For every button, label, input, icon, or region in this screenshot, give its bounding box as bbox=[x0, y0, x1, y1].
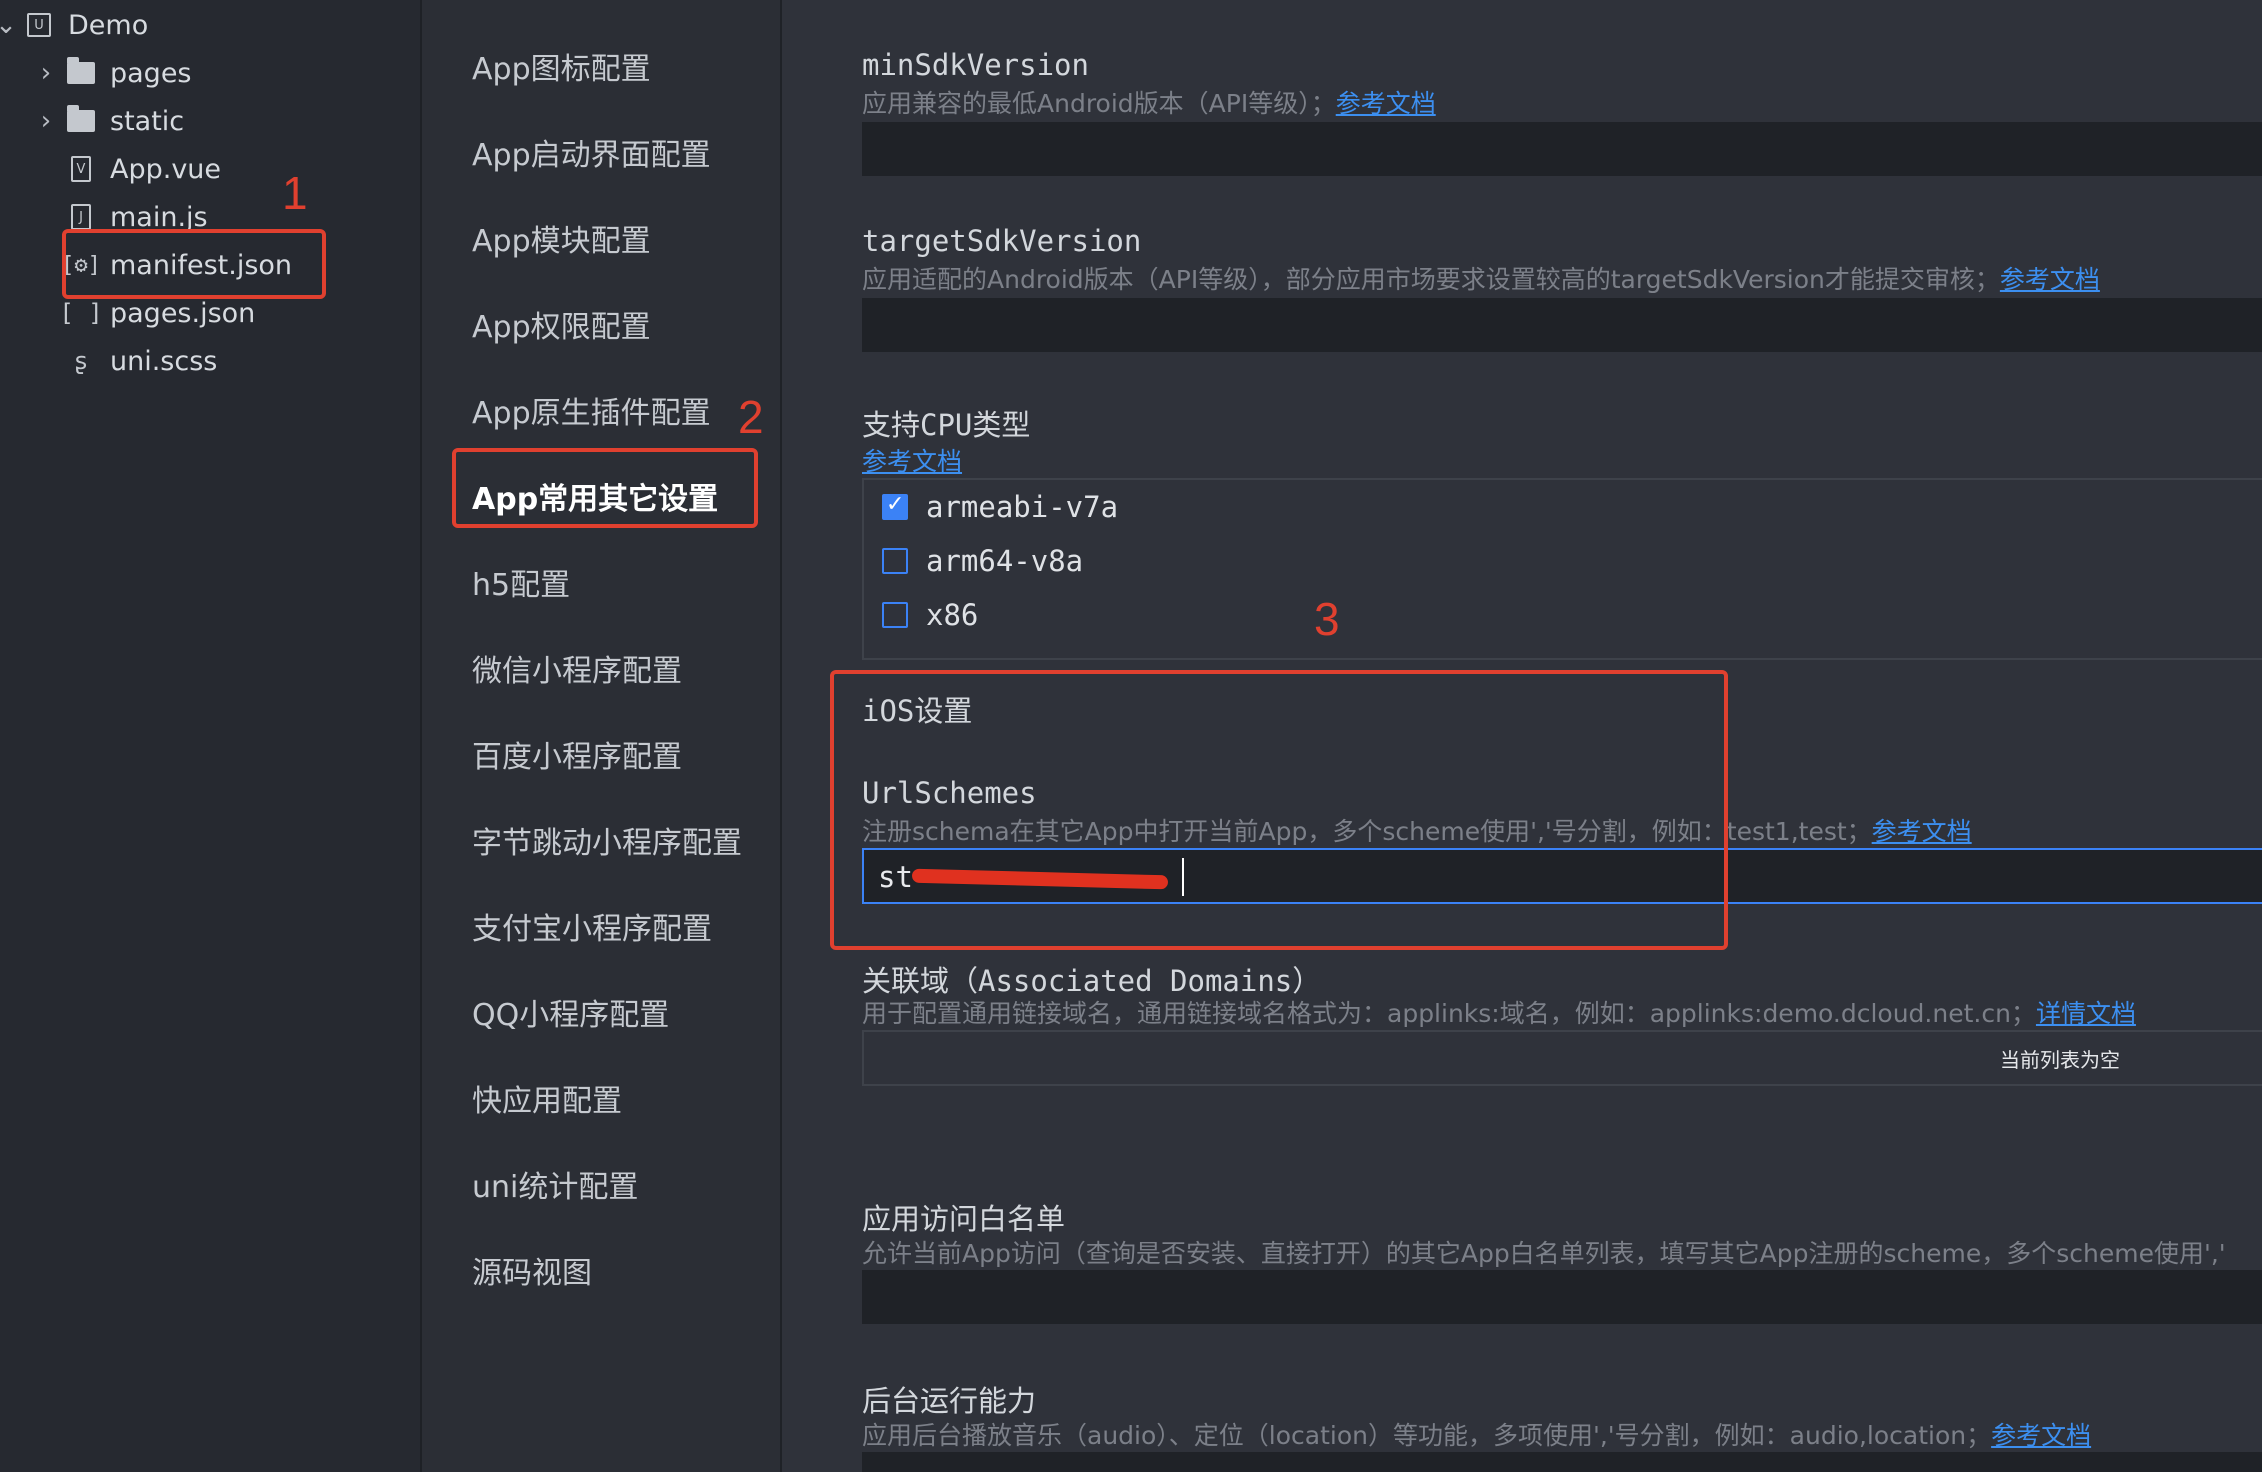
nav-item-app-splash[interactable]: App启动界面配置 bbox=[472, 130, 711, 174]
tree-label: pages.json bbox=[110, 297, 256, 329]
whitelist-input[interactable] bbox=[862, 1270, 2262, 1324]
chevron-down-icon[interactable]: ⌄ bbox=[0, 10, 20, 40]
annotation-1: 1 bbox=[282, 167, 308, 219]
nav-item-qq[interactable]: QQ小程序配置 bbox=[472, 990, 669, 1034]
tree-label: main.js bbox=[110, 201, 208, 233]
folder-icon bbox=[66, 105, 96, 136]
nav-item-baidu[interactable]: 百度小程序配置 bbox=[472, 732, 682, 776]
tree-label: Demo bbox=[68, 9, 149, 41]
whitelist-desc: 允许当前App访问（查询是否安装、直接打开）的其它App白名单列表，填写其它Ap… bbox=[862, 1239, 2226, 1268]
cpu-title: 支持CPU类型 bbox=[862, 408, 1031, 442]
url-schemes-doc-link[interactable]: 参考文档 bbox=[1872, 817, 1972, 846]
project-explorer: ⌄ U Demo › pages › static V App.vue J ma… bbox=[0, 0, 422, 1472]
chevron-right-icon[interactable]: › bbox=[32, 106, 60, 136]
tree-label: static bbox=[110, 105, 185, 137]
nav-item-app-icon[interactable]: App图标配置 bbox=[472, 44, 651, 88]
nav-item-toutiao[interactable]: 字节跳动小程序配置 bbox=[472, 818, 742, 862]
cpu-doc-link[interactable]: 参考文档 bbox=[862, 447, 962, 476]
nav-item-app-modules[interactable]: App模块配置 bbox=[472, 216, 651, 260]
checkbox-label: armeabi-v7a bbox=[926, 490, 1119, 524]
tree-label: pages bbox=[110, 57, 192, 89]
checkbox-arm64-v8a[interactable] bbox=[882, 548, 908, 574]
nav-item-uni-stat[interactable]: uni统计配置 bbox=[472, 1162, 638, 1206]
nav-item-alipay[interactable]: 支付宝小程序配置 bbox=[472, 904, 712, 948]
nav-item-weixin[interactable]: 微信小程序配置 bbox=[472, 646, 682, 690]
scss-file-icon: ʂ bbox=[74, 347, 88, 375]
nav-item-source-view[interactable]: 源码视图 bbox=[472, 1248, 592, 1292]
chevron-right-icon[interactable]: › bbox=[32, 58, 60, 88]
checkbox-label: x86 bbox=[926, 598, 979, 632]
target-sdk-desc: 应用适配的Android版本（API等级），部分应用市场要求设置较高的targe… bbox=[862, 265, 2100, 294]
min-sdk-doc-link[interactable]: 参考文档 bbox=[1336, 89, 1436, 118]
project-icon: U bbox=[24, 10, 54, 40]
domains-list[interactable]: 当前列表为空 bbox=[862, 1030, 2262, 1086]
annotation-box-1 bbox=[62, 229, 326, 299]
min-sdk-desc: 应用兼容的最低Android版本（API等级）；参考文档 bbox=[862, 89, 1436, 118]
js-file-icon: J bbox=[66, 202, 96, 232]
background-input[interactable] bbox=[862, 1452, 2262, 1472]
nav-item-quickapp[interactable]: 快应用配置 bbox=[472, 1076, 622, 1120]
tree-label: uni.scss bbox=[110, 345, 218, 377]
checkbox-armeabi-v7a[interactable] bbox=[882, 492, 908, 520]
checkbox-x86[interactable] bbox=[882, 602, 908, 628]
whitelist-title: 应用访问白名单 bbox=[862, 1202, 1066, 1236]
cpu-options: armeabi-v7a arm64-v8a x86 bbox=[862, 478, 2262, 660]
manifest-nav: App图标配置 App启动界面配置 App模块配置 App权限配置 App原生插… bbox=[422, 0, 782, 1472]
target-sdk-doc-link[interactable]: 参考文档 bbox=[2000, 265, 2100, 294]
nav-item-app-permissions[interactable]: App权限配置 bbox=[472, 302, 651, 346]
annotation-3: 3 bbox=[1314, 593, 1340, 645]
tree-label: App.vue bbox=[110, 153, 222, 185]
json-file-icon: [ ] bbox=[59, 299, 103, 327]
annotation-box-2 bbox=[452, 448, 758, 528]
vue-file-icon: V bbox=[66, 154, 96, 184]
domains-desc: 用于配置通用链接域名，通用链接域名格式为：applinks:域名，例如：appl… bbox=[862, 999, 2136, 1028]
annotation-2: 2 bbox=[738, 391, 764, 443]
background-doc-link[interactable]: 参考文档 bbox=[1991, 1421, 2091, 1450]
checkbox-label: arm64-v8a bbox=[926, 544, 1084, 578]
background-desc: 应用后台播放音乐（audio）、定位（location）等功能，多项使用','号… bbox=[862, 1421, 2092, 1450]
annotation-box-3 bbox=[830, 670, 1728, 950]
settings-panel: minSdkVersion 应用兼容的最低Android版本（API等级）；参考… bbox=[782, 0, 2262, 1472]
nav-item-h5[interactable]: h5配置 bbox=[472, 560, 570, 604]
target-sdk-input[interactable] bbox=[862, 298, 2262, 352]
cpu-desc: 参考文档 bbox=[862, 442, 962, 478]
min-sdk-input[interactable] bbox=[862, 122, 2262, 176]
nav-item-app-native-plugins[interactable]: App原生插件配置 bbox=[472, 388, 711, 432]
target-sdk-title: targetSdkVersion bbox=[862, 224, 1142, 258]
empty-list-text: 当前列表为空 bbox=[2000, 1048, 2120, 1072]
background-title: 后台运行能力 bbox=[862, 1384, 1037, 1418]
min-sdk-title: minSdkVersion bbox=[862, 48, 1089, 82]
domains-doc-link[interactable]: 详情文档 bbox=[2036, 999, 2136, 1028]
folder-icon bbox=[66, 57, 96, 88]
